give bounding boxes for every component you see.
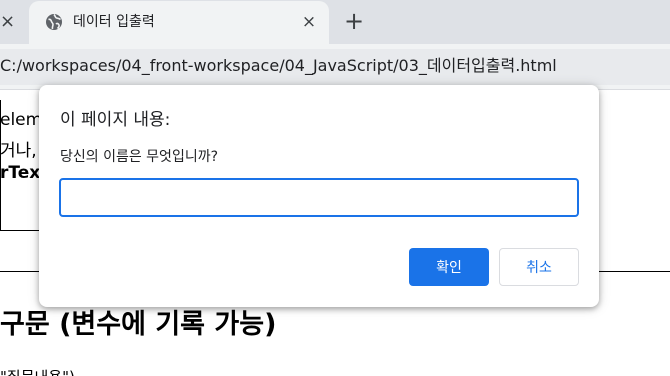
new-tab-button[interactable]: +: [342, 9, 366, 34]
dialog-title: 이 페이지 내용:: [60, 110, 171, 130]
globe-icon: [46, 13, 62, 30]
address-url[interactable]: C:/workspaces/04_front-workspace/04_Java…: [0, 55, 557, 77]
prompt-dialog: 이 페이지 내용: 당신의 이름은 무엇입니까? 확인 취소: [39, 85, 599, 307]
address-bar[interactable]: C:/workspaces/04_front-workspace/04_Java…: [0, 49, 670, 85]
toolbar: C:/workspaces/04_front-workspace/04_Java…: [0, 44, 670, 90]
dialog-message: 당신의 이름은 무엇입니까?: [60, 149, 219, 165]
page-divider: [0, 230, 40, 231]
prompt-input[interactable]: [59, 178, 579, 217]
page-text-line: 거나,: [0, 141, 37, 161]
ok-button[interactable]: 확인: [409, 248, 489, 286]
tab-close-icon[interactable]: ×: [298, 11, 320, 33]
tab-title: 데이터 입출력: [73, 14, 155, 30]
tab-active[interactable]: 데이터 입출력 ×: [29, 1, 329, 44]
page-text-line: "질문내용"): [0, 366, 75, 376]
page-heading: 구문 (변수에 기록 가능): [0, 309, 277, 340]
previous-tab-close-icon[interactable]: ×: [0, 10, 16, 34]
tab-strip: × 데이터 입출력 × +: [0, 0, 670, 44]
cancel-button[interactable]: 취소: [499, 248, 579, 286]
